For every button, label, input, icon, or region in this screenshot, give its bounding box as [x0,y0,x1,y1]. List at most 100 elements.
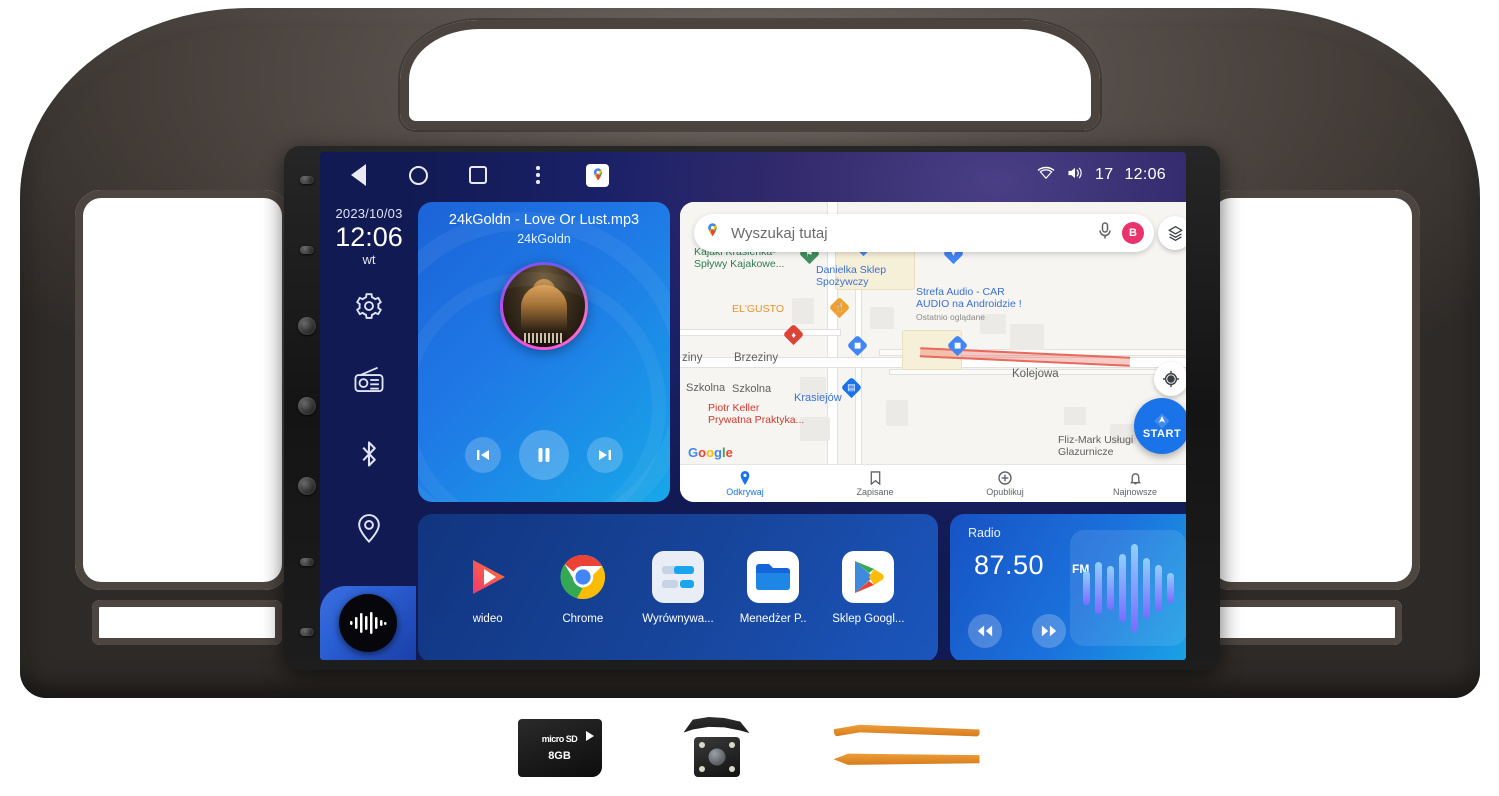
app-play-store[interactable]: Sklep Googl... [826,551,910,625]
seek-forward-icon[interactable] [1032,614,1066,648]
file-manager-icon[interactable] [747,551,800,603]
google-maps-icon[interactable] [586,163,609,187]
accessories-row: micro SD 8GB [0,700,1499,796]
map-label-szkolna-1: Szkolna [686,382,726,394]
map-nav-opublikuj[interactable]: Opublikuj [940,465,1070,502]
map-layers-icon[interactable] [1158,216,1186,250]
app-wideo[interactable]: wideo [446,551,530,625]
app-label: Wyrównywa... [642,613,714,625]
map-nav-label: Najnowsze [1112,486,1158,497]
radio-label: Radio [968,526,1001,540]
hw-button-3[interactable] [298,316,316,335]
map-label-fliz-mark: Fliz-Mark Usługi Glazurnicze [1058,434,1134,459]
app-label: Menedżer P.. [739,613,807,625]
map-label-strefa-audio: Strefa Audio - CAR AUDIO na Androidzie ! … [916,286,1022,322]
hw-button-back[interactable] [298,477,316,496]
volume-level: 17 [1095,166,1114,183]
google-watermark: Google [688,445,733,460]
map-search-bar[interactable]: Wyszukaj tutaj B [694,214,1154,252]
hw-button-1[interactable] [300,176,314,184]
fascia-vent-right [1205,190,1420,590]
map-label-piotr-keller: Piotr Keller Prywatna Praktyka... [708,402,805,427]
my-location-icon[interactable] [1154,362,1186,396]
hardware-button-strip[interactable] [296,176,318,636]
status-bar: 17 12:06 [320,152,1186,198]
hw-button-5[interactable] [300,557,314,566]
app-label: Sklep Googl... [832,613,905,625]
map-nav-label: Zapisane [856,486,894,497]
volume-icon [1066,165,1084,186]
status-indicators: 17 12:06 [1037,165,1186,186]
next-track-icon[interactable] [587,437,623,473]
map-label-elgusto: EL'GUSTO [732,303,784,315]
start-navigation-button[interactable]: START [1134,398,1186,454]
audio-waveform-icon[interactable] [339,594,397,652]
app-file-manager[interactable]: Menedżer P.. [731,551,815,625]
microphone-icon[interactable] [1098,221,1112,245]
music-controls[interactable] [418,430,670,480]
google-maps-widget[interactable]: ⚑ ▾ 🍴 ◼ ◼ ▾ ♦ ▤ Kajaki Krasieńka-Spływy … [680,202,1186,502]
map-nav-odkrywaj[interactable]: Odkrywaj [680,465,810,502]
dashboard-photo: 17 12:06 2023/10/03 12:06 wt 24kGoldn - … [0,0,1499,796]
map-search-placeholder[interactable]: Wyszukaj tutaj [731,225,1088,242]
map-nav-najnowsze[interactable]: Najnowsze [1070,465,1186,502]
map-nav-label: Opublikuj [986,486,1024,497]
app-chrome[interactable]: Chrome [541,551,625,625]
radio-icon[interactable] [352,363,386,397]
hw-button-6[interactable] [300,627,314,636]
rail-weekday: wt [362,252,376,268]
microsd-capacity: 8GB [548,750,571,762]
pause-icon[interactable] [519,430,569,480]
music-widget[interactable]: 24kGoldn - Love Or Lust.mp3 24kGoldn [418,202,670,502]
hw-button-2[interactable] [300,246,314,255]
fascia-vent-left [75,190,290,590]
radio-frequency: 87.50 [974,550,1045,580]
video-player-icon[interactable] [462,551,514,603]
previous-track-icon[interactable] [465,437,501,473]
android-screen[interactable]: 17 12:06 2023/10/03 12:06 wt 24kGoldn - … [320,152,1186,660]
home-circle-icon[interactable] [406,163,430,187]
rear-view-camera [682,717,752,779]
app-equalizer[interactable]: Wyrównywa... [636,551,720,625]
equalizer-settings-icon[interactable] [651,551,704,603]
map-label-ziny: ziny [682,352,703,364]
radio-controls[interactable] [968,614,1066,648]
fascia-top-cutout [400,20,1100,130]
seek-backward-icon[interactable] [968,614,1002,648]
back-triangle-icon[interactable] [346,163,370,187]
app-label: Chrome [562,613,604,625]
music-artist: 24kGoldn [517,232,571,246]
microsd-card: micro SD 8GB [517,719,602,777]
settings-gear-icon[interactable] [352,289,386,323]
map-nav-label: Odkrywaj [726,486,764,497]
google-play-icon[interactable] [842,551,895,603]
music-title: 24kGoldn - Love Or Lust.mp3 [448,212,640,228]
location-pin-icon[interactable] [352,511,386,545]
left-rail[interactable]: 2023/10/03 12:06 wt [320,198,418,660]
home-widgets: 24kGoldn - Love Or Lust.mp3 24kGoldn ⚑ 🍴… [418,202,1186,660]
rail-time: 12:06 [335,222,403,252]
status-clock: 12:06 [1124,166,1166,183]
audio-shortcut-badge[interactable] [320,586,416,660]
equalizer-bars-icon [1070,530,1186,646]
navigation-bar[interactable] [320,163,609,187]
start-label: START [1142,428,1182,440]
google-maps-icon [704,222,721,244]
overflow-menu-icon[interactable] [526,163,550,187]
wifi-icon [1037,166,1055,185]
map-nav-zapisane[interactable]: Zapisane [810,465,940,502]
map-label-brzeziny: Brzeziny [734,352,779,364]
fascia-slot-left [92,600,282,645]
hw-button-4[interactable] [298,396,316,415]
avatar[interactable]: B [1122,222,1144,244]
album-art [500,262,588,350]
app-label: wideo [472,613,503,625]
apps-widget[interactable]: wideo Chrome Wyrównywa... Menedżer P.. S… [418,514,938,660]
map-label-szkolna-2: Szkolna [732,383,772,395]
radio-widget[interactable]: Radio 87.50 FM [950,514,1186,660]
chrome-icon[interactable] [557,551,609,603]
bluetooth-icon[interactable] [352,437,386,471]
map-bottom-nav[interactable]: Odkrywaj Zapisane Opublikuj Najnowsze [680,464,1186,502]
recents-square-icon[interactable] [466,163,490,187]
map-label-danielka: Danielka Sklep Spożywczy [816,264,887,289]
